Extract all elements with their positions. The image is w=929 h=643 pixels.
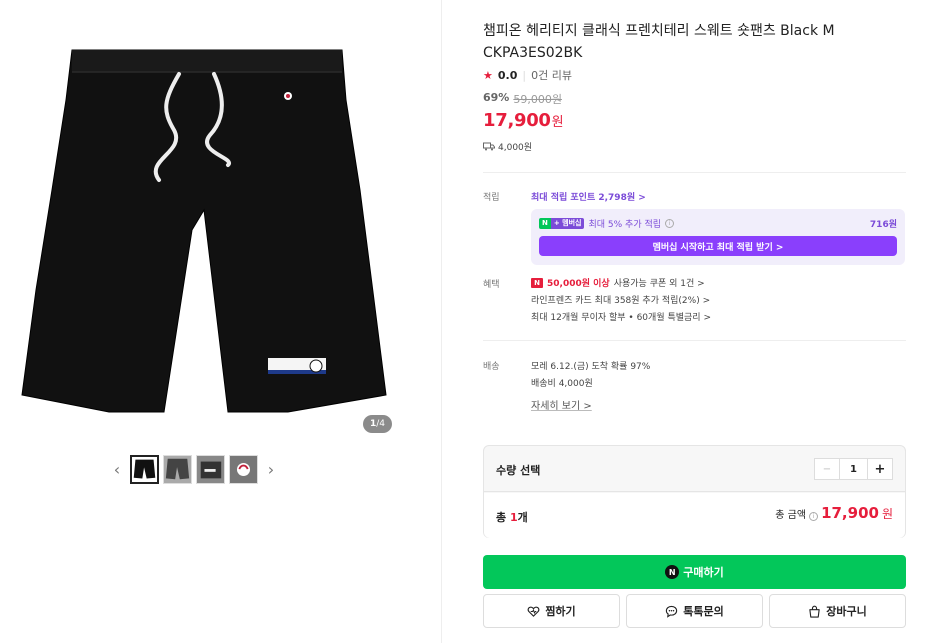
shopping-bag-icon: [809, 605, 820, 618]
talk-inquiry-label: 톡톡문의: [683, 605, 724, 618]
quantity-plus-button[interactable]: +: [867, 459, 892, 479]
truck-icon: [483, 142, 495, 151]
membership-box: N + 멤버십 최대 5% 추가 적립 i 716원 멤버십 시작하고 최대 적립…: [531, 209, 905, 265]
membership-info-row: N + 멤버십 최대 5% 추가 적립 i 716원: [539, 217, 897, 230]
total-amount-unit: 원: [881, 507, 893, 521]
divider: [483, 340, 906, 341]
quantity-value[interactable]: 1: [840, 459, 867, 479]
total-amount-label: 총 금액: [775, 510, 807, 521]
quantity-minus-button[interactable]: −: [815, 459, 840, 479]
chat-icon: [666, 605, 678, 618]
thumbnail-3[interactable]: [196, 455, 225, 484]
sale-price-amount: 17,900: [483, 110, 551, 131]
sale-price-unit: 원: [551, 115, 564, 130]
membership-amount: 716원: [869, 220, 897, 230]
delivery-details-link[interactable]: 자세히 보기 >: [531, 397, 592, 412]
delivery-arrival: 모레 6.12.(금) 도착 확률 97%: [531, 362, 651, 372]
installment-benefit[interactable]: 최대 12개월 무이자 할부 • 60개월 특별금리 >: [531, 310, 711, 323]
prev-thumbnail-arrow[interactable]: ‹: [108, 456, 126, 484]
buy-button-label: 구매하기: [683, 566, 724, 579]
shipping-fee-row: 4,000원: [483, 140, 532, 153]
next-thumbnail-arrow[interactable]: ›: [262, 456, 280, 484]
product-page: 1/4 ‹ › 챔피온 헤리티지 클래식 프렌치테리 스웨트 숏팬츠 Black…: [0, 0, 929, 643]
points-label: 적립: [483, 193, 500, 203]
thumbnail-1[interactable]: [130, 455, 159, 484]
total-count: 총 1개: [496, 511, 528, 524]
quantity-panel: 수량 선택 − 1 + 총 1개 총 금액 i 17,900 원: [483, 445, 906, 538]
original-price: 59,000원: [513, 93, 562, 106]
discount-rate: 69%: [483, 91, 510, 104]
membership-text: 최대 5% 추가 적립: [588, 220, 662, 230]
wishlist-label: 찜하기: [545, 605, 576, 618]
total-row: 총 1개 총 금액 i 17,900 원: [484, 493, 905, 538]
rating-row: ★ 0.0 | 0건 리뷰: [483, 67, 572, 83]
quantity-select-row: 수량 선택 − 1 +: [484, 446, 905, 492]
naver-pay-icon: N: [665, 565, 680, 579]
card-benefit[interactable]: 라인프렌즈 카드 최대 358원 추가 적립(2%) >: [531, 293, 710, 306]
image-counter: 1/4: [363, 415, 392, 433]
cart-label: 장바구니: [826, 605, 867, 618]
naver-plus-badge: N + 멤버십: [539, 218, 585, 229]
quantity-stepper: − 1 +: [814, 458, 893, 480]
wishlist-button[interactable]: 찜하기: [483, 594, 620, 628]
talk-inquiry-button[interactable]: 톡톡문의: [626, 594, 763, 628]
total-amount: 총 금액 i 17,900 원: [775, 504, 893, 522]
sale-price: 17,900 원: [483, 110, 564, 131]
thumbnail-4[interactable]: [229, 455, 258, 484]
coupon-benefit[interactable]: N 50,000원 이상 사용가능 쿠폰 외 1건 >: [531, 276, 705, 289]
info-icon[interactable]: i: [665, 219, 675, 228]
secondary-actions: 찜하기 톡톡문의 장바구니: [483, 594, 906, 628]
total-amount-value: 17,900: [821, 504, 879, 522]
start-membership-button[interactable]: 멤버십 시작하고 최대 적립 받기 >: [539, 236, 897, 256]
info-icon[interactable]: i: [809, 512, 819, 521]
product-main-image[interactable]: [14, 40, 398, 435]
product-gallery: 1/4 ‹ ›: [0, 0, 442, 643]
delivery-fee: 배송비 4,000원: [531, 379, 593, 389]
benefits-label: 혜택: [483, 280, 500, 290]
review-count-link[interactable]: 0건 리뷰: [531, 67, 572, 83]
thumbnail-2[interactable]: [163, 455, 192, 484]
discount-row: 69% 59,000원: [483, 91, 562, 107]
thumbnail-strip: ‹ ›: [108, 455, 280, 484]
divider: |: [522, 68, 527, 82]
shipping-fee: 4,000원: [498, 143, 533, 153]
heart-icon: [527, 606, 540, 617]
delivery-label: 배송: [483, 362, 500, 372]
star-icon: ★: [483, 68, 493, 82]
quantity-label: 수량 선택: [496, 464, 541, 477]
divider: [483, 172, 906, 173]
cart-button[interactable]: 장바구니: [769, 594, 906, 628]
buy-button[interactable]: N 구매하기: [483, 555, 906, 589]
max-point-link[interactable]: 최대 적립 포인트 2,798원 >: [531, 190, 646, 203]
naver-coupon-icon: N: [531, 277, 543, 288]
product-title: 챔피온 헤리티지 클래식 프렌치테리 스웨트 숏팬츠 Black M CKPA3…: [483, 23, 835, 61]
rating-score: 0.0: [497, 68, 518, 82]
